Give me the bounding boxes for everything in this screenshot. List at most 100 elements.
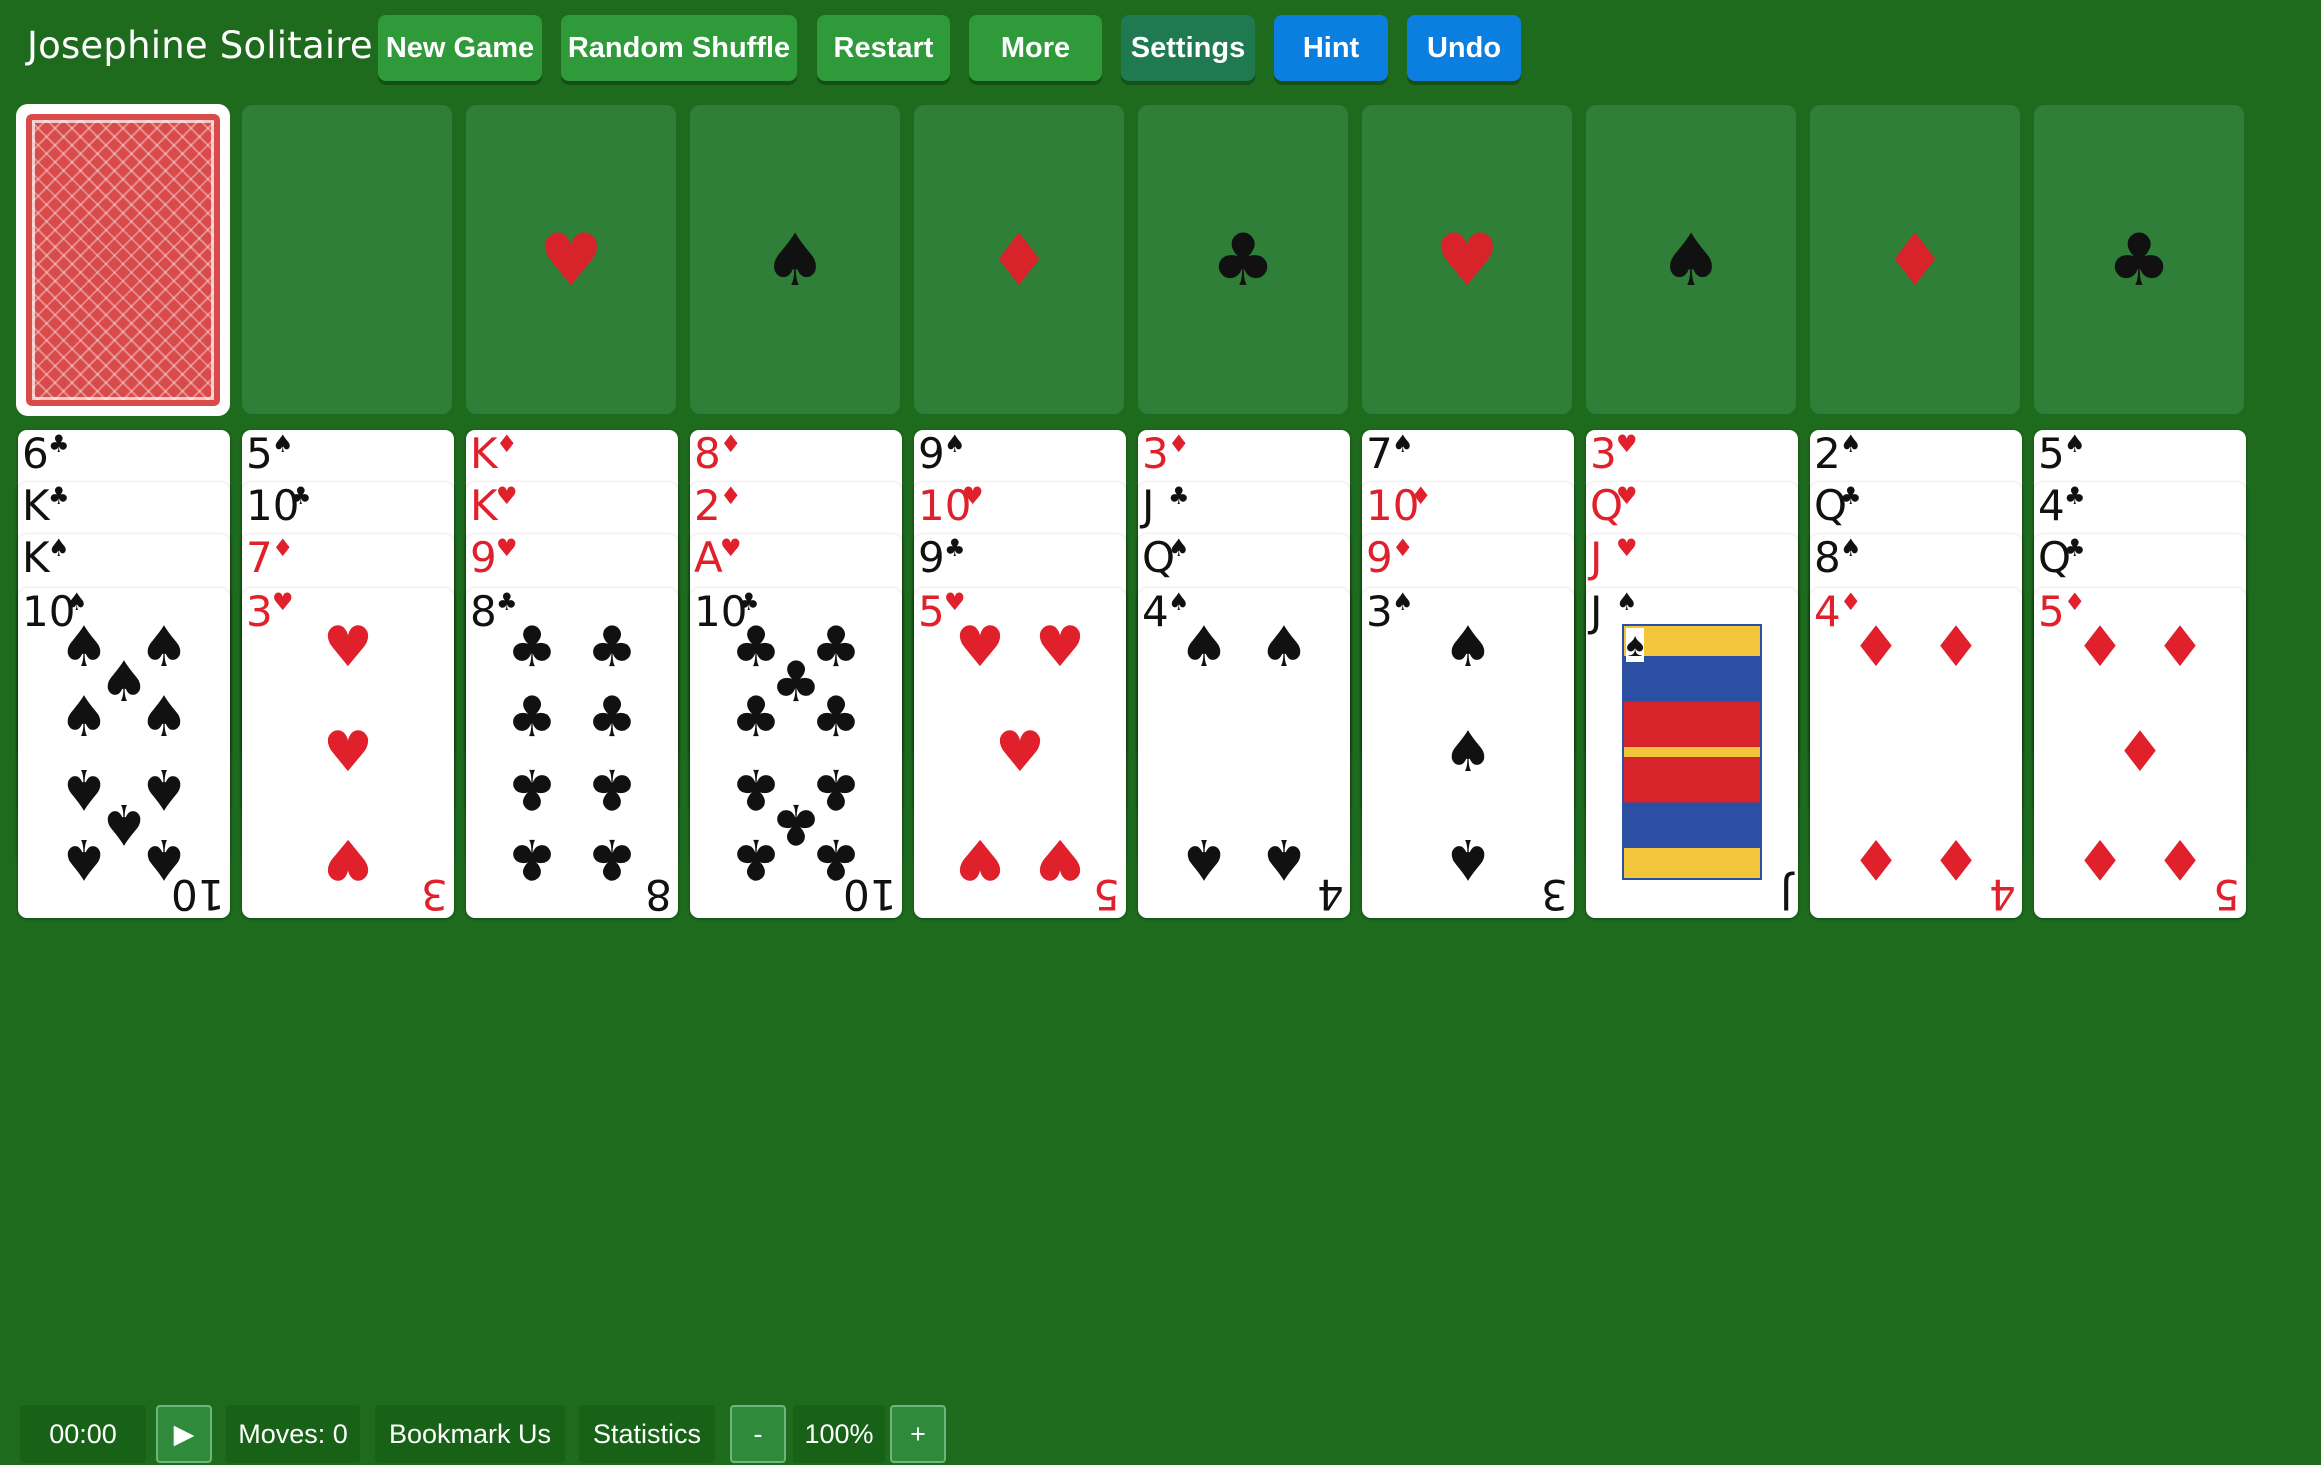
card-pip-icon: ♦ — [2154, 826, 2206, 891]
card-rank-bottom: 4 — [1989, 870, 2016, 918]
card-suit-icon: ♣ — [738, 588, 760, 616]
card-pip-icon: ♦ — [2154, 615, 2206, 680]
foundation-slot[interactable]: ♣ — [2034, 105, 2244, 414]
restart-button[interactable]: Restart — [817, 15, 950, 81]
foundation-slot[interactable]: ♦ — [914, 105, 1124, 414]
more-button[interactable]: More — [969, 15, 1102, 81]
hint-button[interactable]: Hint — [1274, 15, 1388, 81]
card-rank: 3 — [1590, 430, 1617, 478]
card-rank: 3 — [1142, 430, 1169, 478]
card-rank-bottom: 10 — [170, 870, 224, 918]
card-rank-bottom: 3 — [421, 870, 448, 918]
card-suit-icon: ♥ — [272, 588, 294, 616]
card-pip-icon: ♠ — [1258, 826, 1310, 891]
card-suit-icon: ♣ — [2064, 534, 2086, 562]
new-game-button[interactable]: New Game — [378, 15, 542, 81]
card-rank: 4 — [1814, 588, 1841, 636]
card-suit-icon: ♠ — [1626, 626, 1645, 664]
card-pip-icon: ♥ — [954, 615, 1006, 680]
card-suit-icon: ♦ — [1840, 588, 1862, 616]
card-pip-icon: ♦ — [1850, 826, 1902, 891]
card-suit-icon: ♣ — [1840, 482, 1862, 510]
card-suit-icon: ♣ — [944, 534, 966, 562]
card-pip-icon: ♣ — [506, 826, 558, 891]
card-suit-icon: ♣ — [2064, 482, 2086, 510]
clubs-icon: ♣ — [2106, 217, 2172, 302]
bookmark-button[interactable]: Bookmark Us — [375, 1405, 565, 1463]
card-pip-icon: ♦ — [1930, 826, 1982, 891]
card-rank-bottom: 5 — [1093, 870, 1120, 918]
card-suit-icon: ♦ — [1392, 534, 1414, 562]
card-pip-icon: ♠ — [1442, 615, 1494, 680]
card-pip-icon: ♠ — [1442, 720, 1494, 785]
statistics-button[interactable]: Statistics — [579, 1405, 715, 1463]
card-rank-bottom: 10 — [842, 870, 896, 918]
play-icon[interactable]: ▶ — [156, 1405, 212, 1463]
card-rank: 3 — [246, 588, 273, 636]
foundation-slot[interactable]: ♥ — [466, 105, 676, 414]
card-rank: 5 — [2038, 588, 2065, 636]
card-suit-icon: ♥ — [496, 482, 518, 510]
waste-pile[interactable] — [242, 105, 452, 414]
playing-card[interactable]: 10 ♣ ♣ ♣ ♣ ♣ ♣ ♣ ♣ ♣ ♣ ♣ 10 — [690, 588, 902, 918]
card-pip-icon: ♥ — [994, 720, 1046, 785]
card-rank-bottom: 4 — [1317, 870, 1344, 918]
playing-card[interactable]: 5 ♥ ♥ ♥ ♥ ♥ ♥ 5 — [914, 588, 1126, 918]
card-suit-icon: ♠ — [1392, 588, 1414, 616]
card-rank-bottom: 5 — [2213, 870, 2240, 918]
card-suit-icon: ♥ — [944, 588, 966, 616]
foundation-slot[interactable]: ♥ — [1362, 105, 1572, 414]
card-suit-icon: ♥ — [962, 482, 984, 510]
zoom-in-button[interactable]: + — [890, 1405, 946, 1463]
card-pip-icon: ♣ — [586, 615, 638, 680]
card-pip-icon: ♥ — [1034, 826, 1086, 891]
card-pip-icon: ♣ — [586, 756, 638, 821]
card-suit-icon: ♣ — [48, 482, 70, 510]
card-suit-icon: ♦ — [1168, 430, 1190, 458]
zoom-out-button[interactable]: - — [730, 1405, 786, 1463]
card-pip-icon: ♠ — [1178, 826, 1230, 891]
card-pip-icon: ♦ — [1930, 615, 1982, 680]
playing-card[interactable]: 4 ♠ ♠ ♠ ♠ ♠ 4 — [1138, 588, 1350, 918]
card-rank: 8 — [1814, 534, 1841, 582]
foundation-slot[interactable]: ♠ — [690, 105, 900, 414]
card-pip-icon: ♠ — [1178, 615, 1230, 680]
card-pip-icon: ♦ — [2074, 615, 2126, 680]
spades-icon: ♠ — [762, 217, 828, 302]
face-card-portrait: ♠ — [1622, 624, 1762, 880]
card-suit-icon: ♠ — [944, 430, 966, 458]
top-bar: Josephine Solitaire New Game Random Shuf… — [0, 0, 2321, 96]
playing-card[interactable]: 3 ♠ ♠ ♠ ♠ 3 — [1362, 588, 1574, 918]
card-pip-icon: ♠ — [58, 685, 110, 750]
hearts-icon: ♥ — [538, 217, 604, 302]
card-pip-icon: ♥ — [322, 720, 374, 785]
card-suit-icon: ♥ — [720, 534, 742, 562]
card-suit-icon: ♥ — [1616, 430, 1638, 458]
card-rank: 2 — [1814, 430, 1841, 478]
undo-button[interactable]: Undo — [1407, 15, 1521, 81]
hearts-icon: ♥ — [1434, 217, 1500, 302]
card-suit-icon: ♠ — [66, 588, 88, 616]
foundation-slot[interactable]: ♣ — [1138, 105, 1348, 414]
foundation-slot[interactable]: ♠ — [1586, 105, 1796, 414]
playing-card[interactable]: 10 ♠ ♠ ♠ ♠ ♠ ♠ ♠ ♠ ♠ ♠ ♠ 10 — [18, 588, 230, 918]
card-pip-icon: ♣ — [586, 826, 638, 891]
playing-card[interactable]: 8 ♣ ♣ ♣ ♣ ♣ ♣ ♣ ♣ ♣ 8 — [466, 588, 678, 918]
settings-button[interactable]: Settings — [1121, 15, 1255, 81]
card-pip-icon: ♥ — [954, 826, 1006, 891]
stock-pile[interactable] — [16, 104, 230, 416]
game-title: Josephine Solitaire — [27, 24, 373, 67]
playing-card[interactable]: 3 ♥ ♥ ♥ ♥ 3 — [242, 588, 454, 918]
playing-card[interactable]: 5 ♦ ♦ ♦ ♦ ♦ ♦ 5 — [2034, 588, 2246, 918]
card-suit-icon: ♥ — [1616, 534, 1638, 562]
card-rank-bottom: 8 — [645, 870, 672, 918]
diamonds-icon: ♦ — [1882, 217, 1948, 302]
card-suit-icon: ♠ — [48, 534, 70, 562]
card-rank: J — [1142, 482, 1155, 530]
playing-card[interactable]: 4 ♦ ♦ ♦ ♦ ♦ 4 — [1810, 588, 2022, 918]
playing-card[interactable]: J ♠ ♠ J — [1586, 588, 1798, 918]
random-shuffle-button[interactable]: Random Shuffle — [561, 15, 797, 81]
card-pip-icon: ♠ — [138, 685, 190, 750]
moves-counter: Moves: 0 — [226, 1405, 360, 1463]
foundation-slot[interactable]: ♦ — [1810, 105, 2020, 414]
